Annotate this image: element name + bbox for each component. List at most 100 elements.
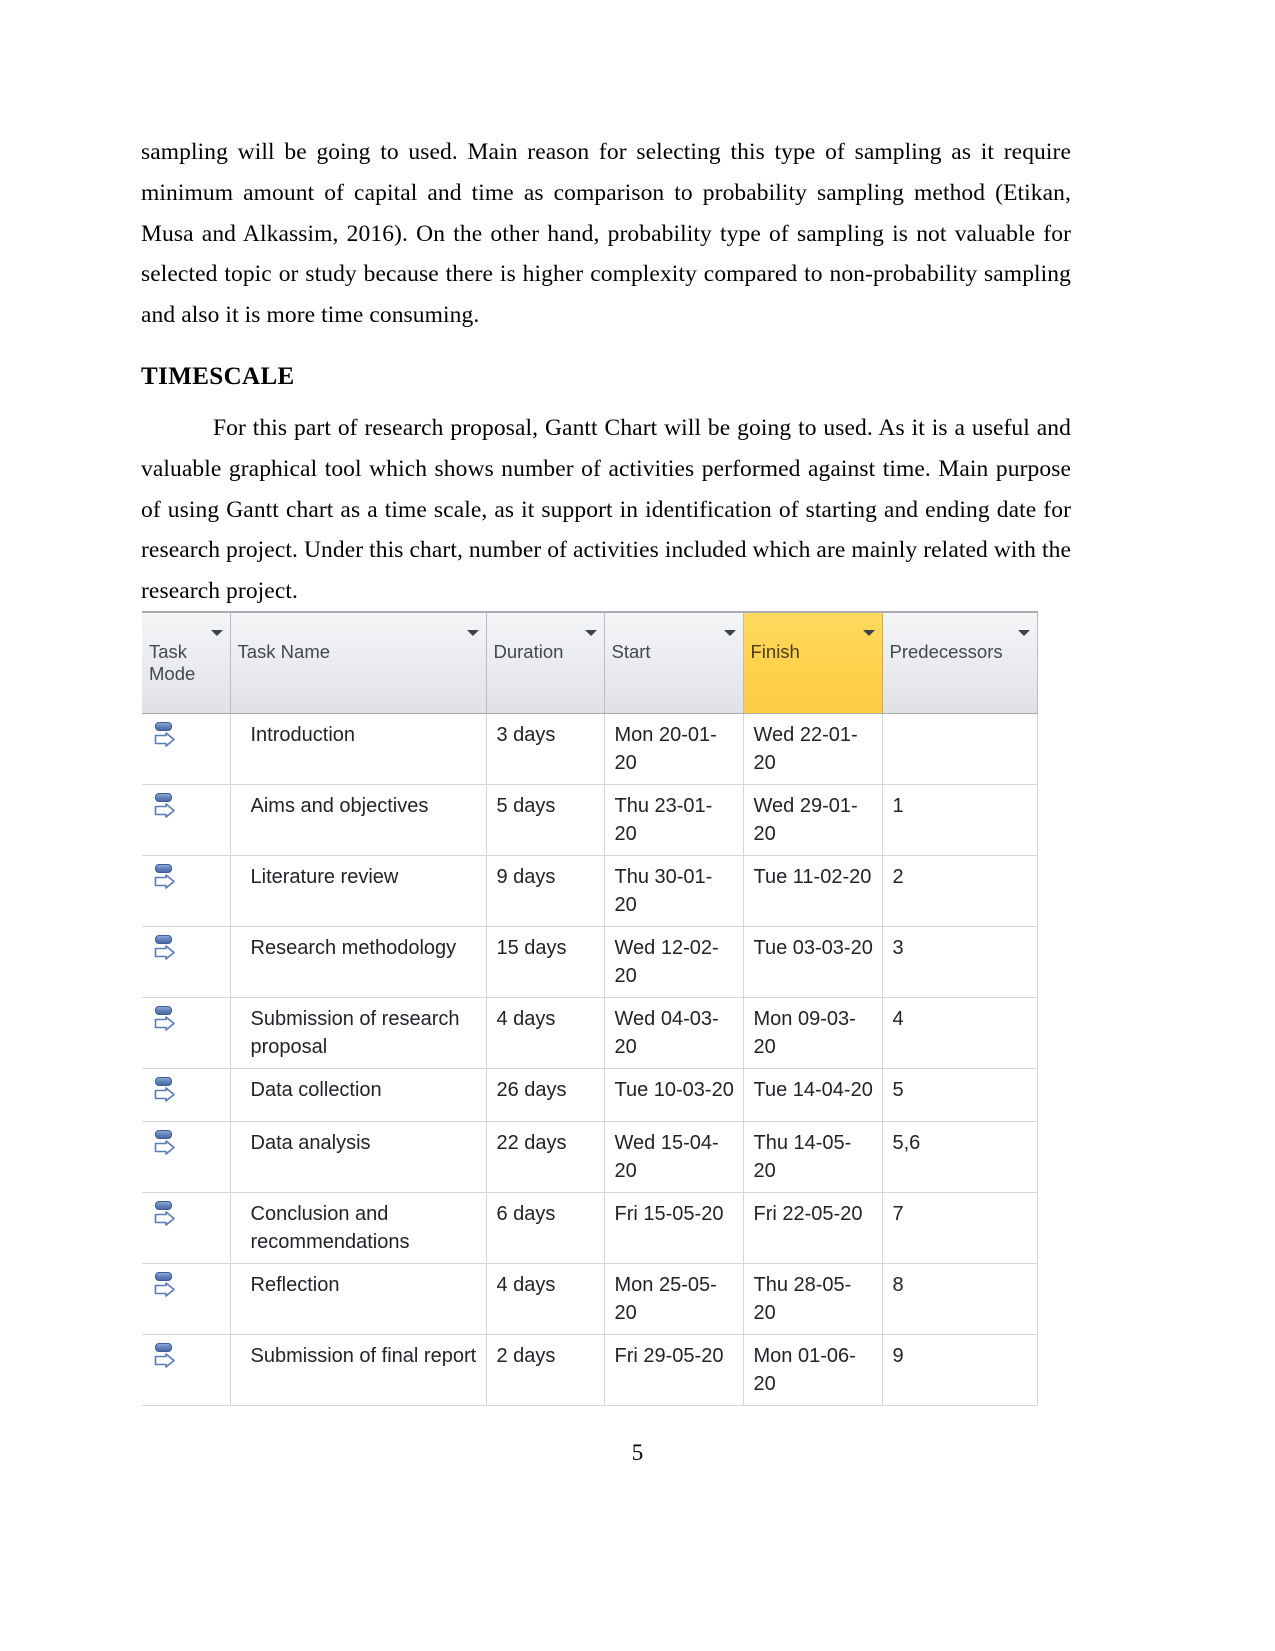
cell-task-mode[interactable] (142, 1334, 231, 1406)
cell-start[interactable]: Wed 12-02-20 (604, 926, 744, 998)
manually-scheduled-icon (154, 1272, 176, 1298)
cell-finish[interactable]: Wed 29-01-20 (743, 784, 883, 856)
cell-task-mode[interactable] (142, 1192, 231, 1264)
paragraph-sampling: sampling will be going to used. Main rea… (141, 139, 1071, 329)
table-row[interactable]: Data collection 26 days Tue 10-03-20 Tue 14… (142, 1068, 1038, 1122)
filter-dropdown-icon[interactable] (210, 630, 223, 636)
column-header-task-name-label: Task Name (237, 641, 331, 662)
column-header-finish[interactable]: Finish (743, 611, 883, 714)
table-row[interactable]: Reflection 4 days Mon 25-05-20 Thu 28-05-20… (142, 1263, 1038, 1335)
cell-finish[interactable]: Tue 03-03-20 (743, 926, 883, 998)
cell-task-mode[interactable] (142, 997, 231, 1069)
filter-dropdown-icon[interactable] (466, 630, 479, 636)
cell-task-name[interactable]: Submission of research proposal (230, 997, 487, 1069)
cell-finish[interactable]: Thu 14-05-20 (743, 1121, 883, 1193)
cell-task-name[interactable]: Reflection (230, 1263, 487, 1335)
cell-finish[interactable]: Tue 14-04-20 (743, 1068, 883, 1122)
column-header-predecessors-label: Predecessors (889, 641, 1003, 662)
manually-scheduled-icon (154, 722, 176, 748)
table-row[interactable]: Submission of research proposal 4 days Wed… (142, 997, 1038, 1069)
cell-finish[interactable]: Tue 11-02-20 (743, 855, 883, 927)
cell-duration[interactable]: 15 days (486, 926, 605, 998)
cell-finish[interactable]: Mon 01-06-20 (743, 1334, 883, 1406)
cell-predecessors[interactable]: 4 (882, 997, 1038, 1069)
manually-scheduled-icon (154, 1130, 176, 1156)
cell-duration[interactable]: 6 days (486, 1192, 605, 1264)
cell-predecessors[interactable]: 7 (882, 1192, 1038, 1264)
cell-duration[interactable]: 4 days (486, 1263, 605, 1335)
cell-duration[interactable]: 3 days (486, 713, 605, 785)
column-header-task-mode[interactable]: Task Mode (142, 611, 231, 714)
gantt-task-table: Task Mode Task Name Duration Start Finis… (142, 611, 1038, 1406)
cell-task-name[interactable]: Conclusion and recommendations (230, 1192, 487, 1264)
cell-finish[interactable]: Fri 22-05-20 (743, 1192, 883, 1264)
cell-task-mode[interactable] (142, 1263, 231, 1335)
cell-start[interactable]: Thu 23-01-20 (604, 784, 744, 856)
cell-predecessors[interactable]: 5 (882, 1068, 1038, 1122)
table-row[interactable]: Conclusion and recommendations 6 days Fri … (142, 1192, 1038, 1264)
cell-task-mode[interactable] (142, 784, 231, 856)
column-header-task-name[interactable]: Task Name (230, 611, 487, 714)
cell-start[interactable]: Fri 15-05-20 (604, 1192, 744, 1264)
cell-task-mode[interactable] (142, 926, 231, 998)
task-grid: Task Mode Task Name Duration Start Finis… (142, 611, 1038, 1406)
cell-start[interactable]: Fri 29-05-20 (604, 1334, 744, 1406)
filter-dropdown-icon[interactable] (1017, 630, 1030, 636)
manually-scheduled-icon (154, 793, 176, 819)
cell-finish[interactable]: Thu 28-05-20 (743, 1263, 883, 1335)
page-number: 5 (631, 1440, 644, 1465)
cell-task-name[interactable]: Data analysis (230, 1121, 487, 1193)
manually-scheduled-icon (154, 1077, 176, 1103)
cell-start[interactable]: Wed 15-04-20 (604, 1121, 744, 1193)
cell-start[interactable]: Wed 04-03-20 (604, 997, 744, 1069)
cell-predecessors[interactable]: 9 (882, 1334, 1038, 1406)
column-header-task-mode-label: Task Mode (149, 641, 196, 684)
column-header-duration[interactable]: Duration (486, 611, 605, 714)
cell-start[interactable]: Tue 10-03-20 (604, 1068, 744, 1122)
cell-predecessors[interactable]: 8 (882, 1263, 1038, 1335)
cell-duration[interactable]: 26 days (486, 1068, 605, 1122)
cell-finish[interactable]: Wed 22-01-20 (743, 713, 883, 785)
document-page: sampling will be going to used. Main rea… (0, 0, 1275, 1651)
column-header-finish-label: Finish (750, 641, 800, 662)
cell-predecessors[interactable]: 1 (882, 784, 1038, 856)
filter-dropdown-icon[interactable] (723, 630, 736, 636)
cell-predecessors[interactable] (882, 713, 1038, 785)
cell-predecessors[interactable]: 5,6 (882, 1121, 1038, 1193)
cell-duration[interactable]: 5 days (486, 784, 605, 856)
cell-task-name[interactable]: Literature review (230, 855, 487, 927)
cell-predecessors[interactable]: 2 (882, 855, 1038, 927)
cell-finish[interactable]: Mon 09-03-20 (743, 997, 883, 1069)
table-row[interactable]: Submission of final report 2 days Fri 29-0… (142, 1334, 1038, 1406)
filter-dropdown-icon[interactable] (862, 630, 875, 636)
cell-start[interactable]: Thu 30-01-20 (604, 855, 744, 927)
cell-task-name[interactable]: Introduction (230, 713, 487, 785)
cell-duration[interactable]: 22 days (486, 1121, 605, 1193)
column-header-start[interactable]: Start (604, 611, 744, 714)
table-row[interactable]: Research methodology 15 days Wed 12-02-20 T… (142, 926, 1038, 998)
table-header-row: Task Mode Task Name Duration Start Finis… (142, 611, 1038, 714)
cell-predecessors[interactable]: 3 (882, 926, 1038, 998)
manually-scheduled-icon (154, 1201, 176, 1227)
cell-task-name[interactable]: Data collection (230, 1068, 487, 1122)
cell-task-mode[interactable] (142, 1121, 231, 1193)
table-row[interactable]: Aims and objectives 5 days Thu 23-01-20 Wed… (142, 784, 1038, 856)
task-grid-body: Introduction 3 days Mon 20-01-20 Wed 22-01-… (142, 713, 1038, 1406)
table-row[interactable]: Data analysis 22 days Wed 15-04-20 Thu 14-0… (142, 1121, 1038, 1193)
filter-dropdown-icon[interactable] (584, 630, 597, 636)
cell-task-mode[interactable] (142, 1068, 231, 1122)
cell-task-mode[interactable] (142, 855, 231, 927)
cell-duration[interactable]: 9 days (486, 855, 605, 927)
manually-scheduled-icon (154, 864, 176, 890)
cell-start[interactable]: Mon 25-05-20 (604, 1263, 744, 1335)
cell-task-name[interactable]: Aims and objectives (230, 784, 487, 856)
table-row[interactable]: Literature review 9 days Thu 30-01-20 Tue 1… (142, 855, 1038, 927)
column-header-predecessors[interactable]: Predecessors (882, 611, 1038, 714)
cell-duration[interactable]: 4 days (486, 997, 605, 1069)
cell-task-name[interactable]: Submission of final report (230, 1334, 487, 1406)
cell-task-name[interactable]: Research methodology (230, 926, 487, 998)
cell-start[interactable]: Mon 20-01-20 (604, 713, 744, 785)
cell-task-mode[interactable] (142, 713, 231, 785)
table-row[interactable]: Introduction 3 days Mon 20-01-20 Wed 22-01-… (142, 713, 1038, 785)
cell-duration[interactable]: 2 days (486, 1334, 605, 1406)
